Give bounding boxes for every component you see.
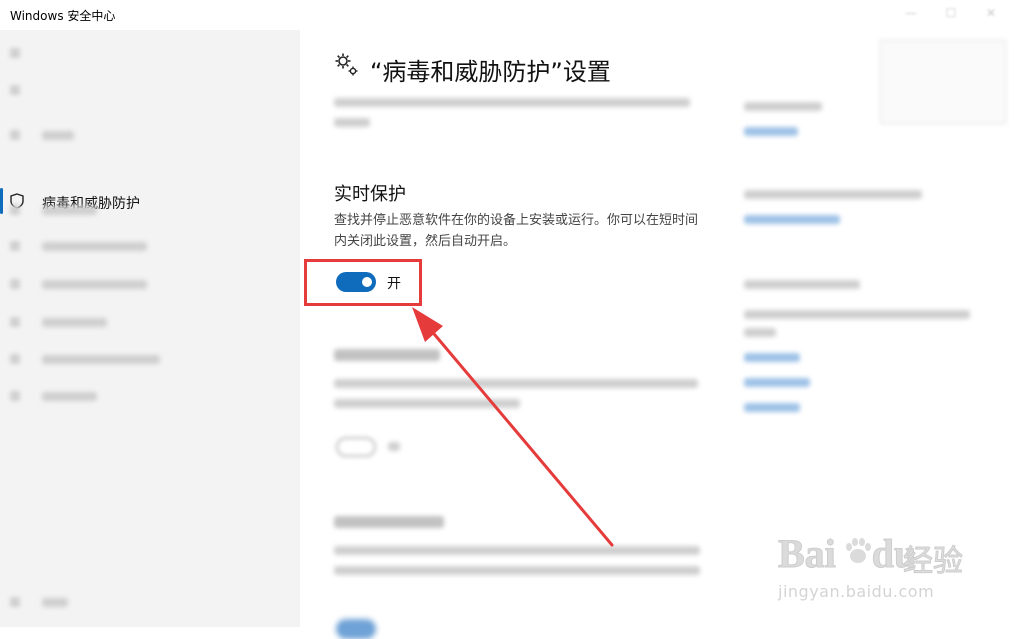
close-button[interactable]: ✕ <box>980 4 1002 22</box>
main-content: “病毒和威胁防护”设置 实时保护 查找并停止恶意软件在你的设备上安装或运行。你可… <box>300 30 720 639</box>
sidebar-item-performance[interactable] <box>42 355 160 364</box>
panel-link[interactable] <box>744 353 800 362</box>
section-text-line <box>334 566 700 575</box>
paw-icon <box>846 538 871 563</box>
app-control-icon[interactable] <box>10 279 20 289</box>
section-description: 查找并停止恶意软件在你的设备上安装或运行。你可以在短时间内关闭此设置，然后自动开… <box>334 213 699 249</box>
panel-text <box>744 328 776 337</box>
page-title: “病毒和威胁防护”设置 <box>370 58 611 86</box>
watermark-cn: 经验 <box>903 544 964 580</box>
section-heading <box>334 349 440 361</box>
intro-text-line <box>334 98 690 107</box>
panel-text <box>744 310 970 319</box>
toggle-label <box>388 442 400 451</box>
minimize-button[interactable]: — <box>900 4 922 22</box>
back-icon[interactable] <box>10 48 20 58</box>
toggle-knob <box>362 277 372 287</box>
intro-text-line <box>334 118 370 127</box>
panel-link[interactable] <box>744 403 800 412</box>
sidebar-item-home[interactable] <box>42 131 74 140</box>
panel-link[interactable] <box>744 378 810 387</box>
sidebar-item-app-control[interactable] <box>42 280 147 289</box>
toggle-switch[interactable] <box>336 437 376 457</box>
sidebar-item-firewall[interactable] <box>42 242 147 251</box>
sidebar-item-account[interactable] <box>42 206 97 215</box>
watermark-url: jingyan.baidu.com <box>778 582 935 601</box>
performance-icon[interactable] <box>10 354 20 364</box>
section-heading <box>334 516 444 528</box>
account-icon[interactable] <box>10 205 20 215</box>
toggle-state-label: 开 <box>387 276 401 292</box>
section-text-line <box>334 546 700 555</box>
device-security-icon[interactable] <box>10 317 20 327</box>
realtime-protection-toggle[interactable] <box>336 272 376 292</box>
sidebar-item-device-security[interactable] <box>42 318 107 327</box>
gear-icon <box>335 53 358 76</box>
panel-text <box>744 190 922 199</box>
section-text-line <box>334 379 698 388</box>
window-titlebar: Windows 安全中心 — ☐ ✕ <box>0 0 1014 30</box>
panel-link[interactable] <box>744 215 840 224</box>
watermark: Bai du 经验 jingyan.baidu.com <box>778 530 998 610</box>
home-icon[interactable] <box>10 130 20 140</box>
section-text-line <box>334 399 520 408</box>
section-heading-realtime: 实时保护 <box>334 184 406 205</box>
panel-box <box>880 40 1006 124</box>
sidebar-item-family[interactable] <box>42 392 97 401</box>
panel-link[interactable] <box>744 127 798 136</box>
toggle-switch[interactable] <box>336 619 376 639</box>
settings-icon[interactable] <box>10 597 20 607</box>
sidebar-item-settings[interactable] <box>42 598 68 607</box>
sidebar: 病毒和威胁防护 <box>0 30 300 627</box>
panel-text <box>744 280 860 289</box>
maximize-button[interactable]: ☐ <box>940 4 962 22</box>
firewall-icon[interactable] <box>10 241 20 251</box>
panel-text <box>744 102 822 111</box>
menu-icon[interactable] <box>10 85 20 95</box>
window-title: Windows 安全中心 <box>10 9 116 23</box>
family-icon[interactable] <box>10 391 20 401</box>
